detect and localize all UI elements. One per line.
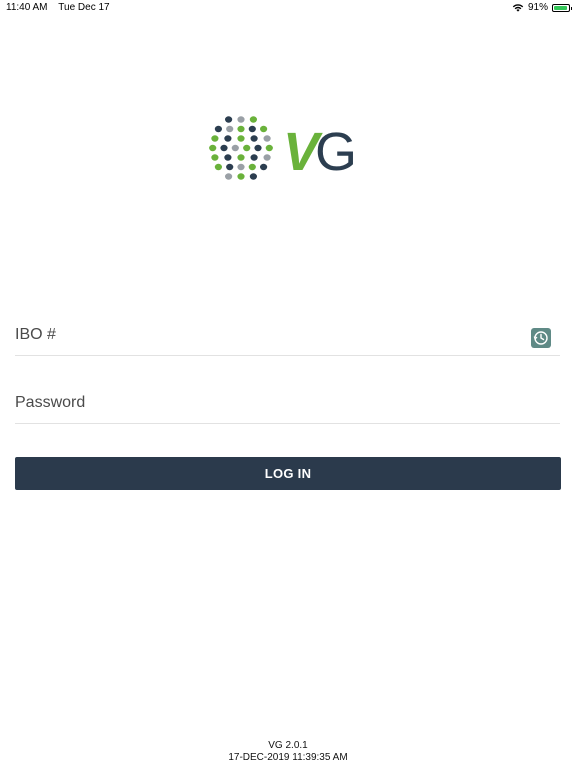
logo-text: VG [283, 122, 353, 182]
globe-dot [214, 125, 222, 133]
status-left: 11:40 AM Tue Dec 17 [6, 2, 110, 13]
globe-dot [211, 154, 219, 161]
globe-dot [226, 125, 234, 133]
globe-dot [225, 116, 233, 123]
ibo-field [15, 315, 560, 356]
globe-dot [224, 154, 232, 161]
status-date: Tue Dec 17 [58, 2, 110, 13]
globe-dot [254, 144, 262, 152]
globe-dot [226, 163, 234, 171]
build-date-label: 17-DEC-2019 11:39:35 AM [228, 752, 348, 763]
password-field [15, 383, 560, 424]
history-clock-icon [533, 331, 548, 345]
globe-dot [209, 144, 217, 152]
globe-dot [249, 173, 257, 180]
battery-percent: 91% [527, 2, 548, 13]
globe-dot [211, 135, 219, 142]
globe-icon [209, 116, 273, 180]
footer: VG 2.0.1 17-DEC-2019 11:39:35 AM [0, 740, 576, 764]
globe-dot [250, 154, 258, 161]
globe-dot [237, 135, 245, 142]
globe-dot [224, 135, 232, 142]
wifi-icon [512, 4, 524, 12]
status-right: 91% [512, 2, 572, 13]
login-button[interactable]: LOG IN [15, 457, 561, 490]
version-label: VG 2.0.1 [268, 740, 308, 751]
globe-dot [237, 163, 245, 171]
globe-dot [263, 154, 271, 161]
globe-dot [265, 144, 273, 152]
battery-level-fill [554, 5, 567, 10]
globe-dot [237, 154, 245, 161]
globe-dot [237, 173, 245, 180]
globe-dot [214, 163, 222, 171]
ibo-input[interactable] [15, 317, 515, 353]
globe-dot [225, 173, 233, 180]
password-input[interactable] [15, 385, 515, 421]
status-time: 11:40 AM [6, 2, 48, 13]
globe-dot [260, 163, 268, 171]
globe-dot [248, 125, 256, 133]
globe-dot [220, 144, 228, 152]
globe-dot [243, 144, 251, 152]
history-button[interactable] [531, 328, 551, 348]
battery-icon [552, 3, 572, 12]
globe-dot [250, 135, 258, 142]
globe-dot [237, 116, 245, 123]
globe-dot [237, 125, 245, 133]
vg-logo: VG [209, 116, 357, 182]
globe-dot [231, 144, 239, 152]
globe-dot [260, 125, 268, 133]
globe-dot [249, 116, 257, 123]
globe-dot [263, 135, 271, 142]
status-bar: 11:40 AM Tue Dec 17 91% [0, 0, 576, 16]
globe-dot [248, 163, 256, 171]
